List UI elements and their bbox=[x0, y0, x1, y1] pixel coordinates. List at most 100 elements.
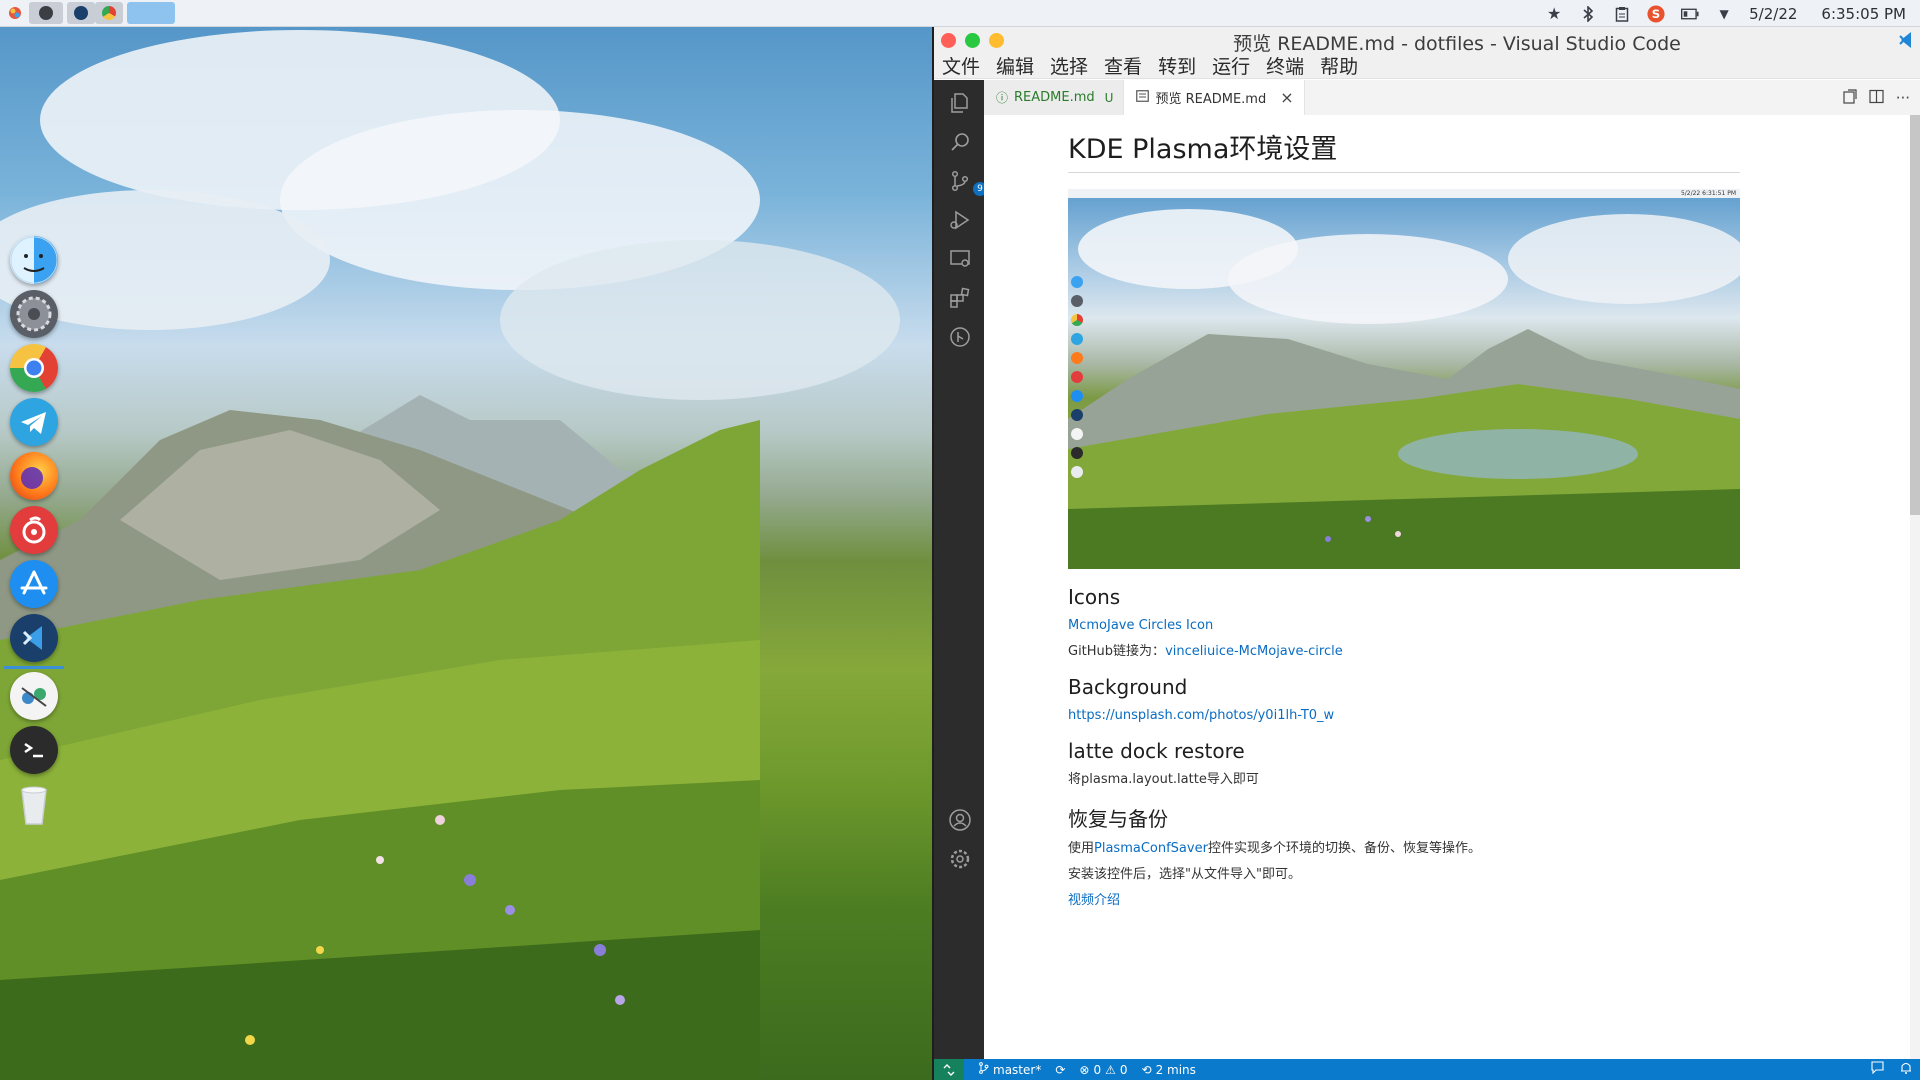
remote-indicator-icon[interactable] bbox=[934, 1059, 964, 1080]
menu-edit[interactable]: 编辑 bbox=[994, 52, 1036, 79]
tab-readme-preview[interactable]: 预览 README.md × bbox=[1124, 80, 1305, 115]
source-control-icon[interactable]: 9 bbox=[947, 168, 987, 196]
trash-icon[interactable] bbox=[10, 780, 58, 828]
window-titlebar[interactable]: 预览 README.md - dotfiles - Visual Studio … bbox=[934, 27, 1920, 55]
git-branch-icon bbox=[978, 1062, 989, 1077]
top-panel: ★ S ▼ 5/2/22 6:35:05 PM bbox=[0, 0, 1920, 27]
markdown-content: KDE Plasma环境设置 5/2/22 6:31:51 PM Icons M… bbox=[1068, 115, 1740, 920]
menu-terminal[interactable]: 终端 bbox=[1264, 52, 1306, 79]
mini-top-panel: 5/2/22 6:31:51 PM bbox=[1068, 189, 1740, 198]
close-tab-icon[interactable]: × bbox=[1280, 88, 1293, 107]
open-source-icon[interactable] bbox=[1842, 89, 1857, 108]
split-editor-icon[interactable] bbox=[1869, 89, 1884, 108]
tab-readme-source[interactable]: ⓘ README.md U bbox=[984, 80, 1125, 115]
background-paragraph: https://unsplash.com/photos/y0i1lh-T0_w bbox=[1068, 709, 1740, 723]
timeline-status[interactable]: ⟲ 2 mins bbox=[1142, 1063, 1196, 1077]
terminal-icon[interactable] bbox=[10, 726, 58, 774]
github-link[interactable]: vinceliuice-McMojave-circle bbox=[1165, 644, 1343, 659]
battery-icon[interactable] bbox=[1681, 5, 1699, 23]
mini-landscape bbox=[1068, 209, 1740, 569]
feedback-icon[interactable] bbox=[1871, 1061, 1884, 1078]
svg-text:S: S bbox=[1652, 7, 1660, 21]
mini-network-icon bbox=[1071, 428, 1083, 440]
menu-run[interactable]: 运行 bbox=[1210, 52, 1252, 79]
vscode-window: 预览 README.md - dotfiles - Visual Studio … bbox=[932, 27, 1920, 1080]
menu-help[interactable]: 帮助 bbox=[1318, 52, 1360, 79]
network-tool-icon[interactable] bbox=[10, 672, 58, 720]
star-icon[interactable]: ★ bbox=[1545, 4, 1563, 23]
sogou-input-icon[interactable]: S bbox=[1647, 4, 1665, 23]
info-icon: ⓘ bbox=[996, 91, 1009, 105]
mini-chrome-icon bbox=[1071, 314, 1083, 326]
system-settings-icon[interactable] bbox=[10, 290, 58, 338]
explorer-icon[interactable] bbox=[947, 90, 973, 116]
chrome-icon[interactable] bbox=[10, 344, 58, 392]
mini-firefox-icon bbox=[1071, 352, 1083, 364]
tray-time[interactable]: 6:35:05 PM bbox=[1821, 5, 1906, 23]
mini-vscode-icon bbox=[1071, 409, 1083, 421]
obs-task[interactable] bbox=[29, 2, 63, 24]
markdown-preview: KDE Plasma环境设置 5/2/22 6:31:51 PM Icons M… bbox=[984, 115, 1920, 1059]
telegram-icon[interactable] bbox=[10, 398, 58, 446]
error-icon: ⊗ bbox=[1079, 1062, 1090, 1077]
heading-backup: 恢复与备份 bbox=[1068, 807, 1168, 831]
account-icon[interactable] bbox=[947, 807, 973, 833]
menu-go[interactable]: 转到 bbox=[1156, 52, 1198, 79]
backup-suffix: 控件实现多个环境的切换、备份、恢复等操作。 bbox=[1207, 841, 1481, 856]
plasmaconfsaver-link[interactable]: PlasmaConfSaver bbox=[1094, 841, 1208, 856]
install-paragraph: 安装该控件后，选择"从文件导入"即可。 bbox=[1068, 867, 1301, 882]
scrollbar-thumb[interactable] bbox=[1910, 115, 1920, 515]
untracked-flag: U bbox=[1104, 90, 1114, 105]
menu-file[interactable]: 文件 bbox=[940, 52, 982, 79]
clipboard-icon[interactable] bbox=[1613, 5, 1631, 23]
menu-view[interactable]: 查看 bbox=[1102, 52, 1144, 79]
github-paragraph: GitHub链接为：vinceliuice-McMojave-circle bbox=[1068, 645, 1740, 659]
sync-icon: ⟳ bbox=[1055, 1062, 1066, 1077]
vscode-task[interactable] bbox=[67, 2, 95, 24]
notifications-bell-icon[interactable] bbox=[1900, 1061, 1912, 1078]
run-debug-icon[interactable] bbox=[947, 207, 973, 233]
sync-status[interactable]: ⟳ bbox=[1055, 1063, 1065, 1077]
extensions-icon[interactable] bbox=[947, 285, 973, 311]
editor-scrollbar[interactable] bbox=[1910, 115, 1920, 1059]
icons-link[interactable]: McmoJave Circles Icon bbox=[1068, 618, 1213, 633]
chrome-task[interactable] bbox=[95, 2, 123, 24]
manage-gear-icon[interactable] bbox=[947, 846, 973, 872]
netease-music-icon[interactable] bbox=[10, 506, 58, 554]
history-icon: ⟲ bbox=[1141, 1062, 1152, 1077]
warning-icon: ⚠ bbox=[1105, 1062, 1116, 1077]
video-link[interactable]: 视频介绍 bbox=[1068, 893, 1120, 908]
mini-clock: 5/2/22 6:31:51 PM bbox=[1680, 190, 1736, 197]
remote-explorer-icon[interactable] bbox=[947, 246, 973, 272]
firefox-icon[interactable] bbox=[10, 452, 58, 500]
more-actions-icon[interactable]: ··· bbox=[1896, 89, 1910, 108]
video-paragraph: 视频介绍 bbox=[1068, 894, 1740, 908]
heading-latte: latte dock restore bbox=[1068, 739, 1245, 763]
app-store-icon[interactable] bbox=[10, 560, 58, 608]
git-graph-icon[interactable] bbox=[947, 324, 973, 350]
finder-icon[interactable] bbox=[10, 236, 58, 284]
branch-name: master* bbox=[993, 1062, 1042, 1077]
vscode-logo-icon bbox=[1899, 32, 1911, 48]
backup-paragraph: 使用PlasmaConfSaver控件实现多个环境的切换、备份、恢复等操作。 bbox=[1068, 842, 1740, 856]
mini-trash-icon bbox=[1071, 466, 1083, 478]
app-launcher-icon[interactable] bbox=[5, 3, 25, 23]
tray-date[interactable]: 5/2/22 bbox=[1749, 5, 1797, 23]
latte-dock bbox=[4, 236, 64, 836]
heading-background: Background bbox=[1068, 675, 1188, 699]
background-link[interactable]: https://unsplash.com/photos/y0i1lh-T0_w bbox=[1068, 708, 1334, 723]
menubar: 文件 编辑 选择 查看 转到 运行 终端 帮助 bbox=[934, 53, 1920, 79]
empty-active-task[interactable] bbox=[127, 2, 175, 24]
vscode-icon[interactable] bbox=[10, 614, 58, 662]
bluetooth-icon[interactable] bbox=[1579, 5, 1597, 23]
window-title: 预览 README.md - dotfiles - Visual Studio … bbox=[1233, 33, 1681, 55]
mini-terminal-icon bbox=[1071, 447, 1083, 459]
menu-selection[interactable]: 选择 bbox=[1048, 52, 1090, 79]
github-prefix: GitHub链接为： bbox=[1068, 644, 1166, 659]
backup-prefix: 使用 bbox=[1068, 841, 1095, 856]
branch-status[interactable]: master* bbox=[978, 1062, 1041, 1077]
search-icon[interactable] bbox=[947, 129, 973, 155]
editor-tabs: ⓘ README.md U 预览 README.md × ··· bbox=[984, 80, 1920, 115]
problems-status[interactable]: ⊗ 0 ⚠ 0 bbox=[1079, 1063, 1127, 1077]
expand-tray-icon[interactable]: ▼ bbox=[1715, 5, 1733, 23]
